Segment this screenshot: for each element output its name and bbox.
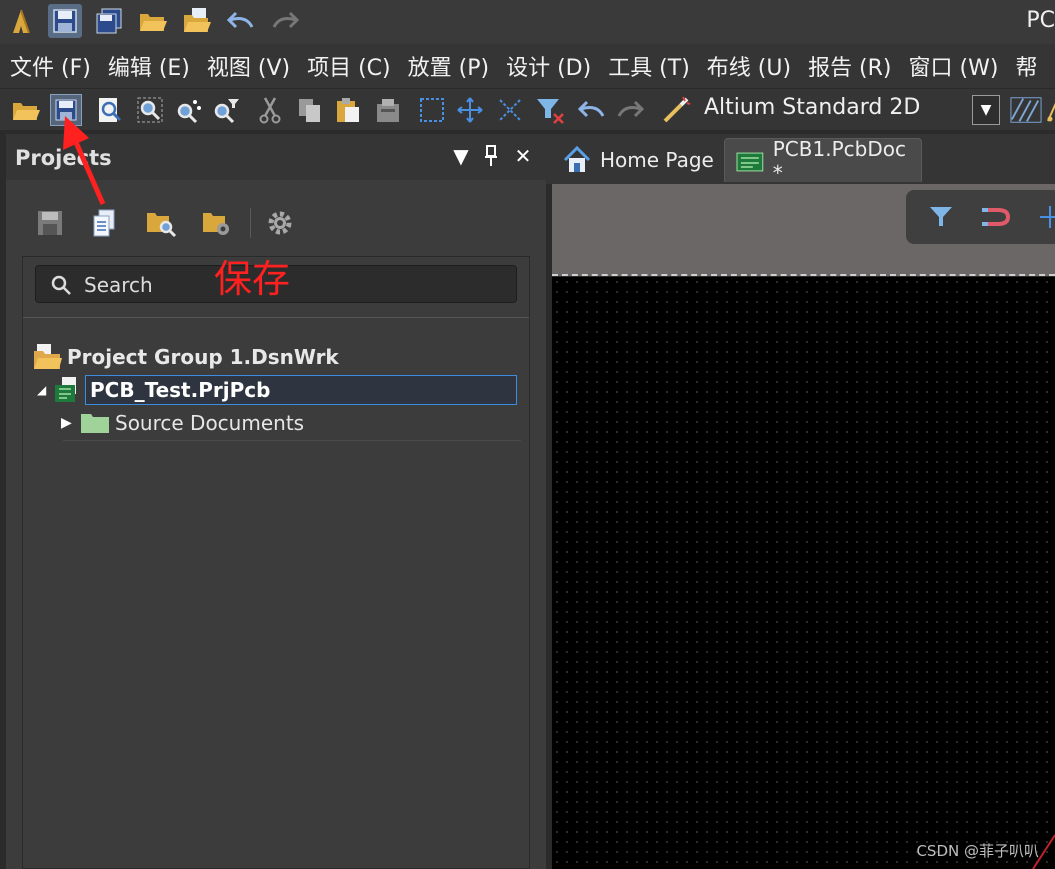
pcb-editor-canvas[interactable]: CSDN @菲子叭叭: [552, 277, 1055, 869]
move-icon[interactable]: [454, 94, 486, 126]
menu-project[interactable]: 项目 (C): [307, 50, 391, 82]
clear-filter-icon[interactable]: [534, 94, 566, 126]
open-folder-icon[interactable]: [136, 4, 170, 38]
home-icon: [563, 145, 591, 172]
view-configuration-label: Altium Standard 2D: [704, 95, 921, 120]
projects-tree-container: Search Project Group 1.DsnWrk ◢ PCB_Test…: [22, 256, 530, 869]
menu-view[interactable]: 视图 (V): [207, 50, 290, 82]
tab-label: Home Page: [600, 148, 714, 172]
redo-icon[interactable]: [614, 94, 646, 126]
magic-wand-icon[interactable]: [660, 94, 692, 126]
menu-tools[interactable]: 工具 (T): [608, 50, 690, 82]
save-all-icon[interactable]: [92, 4, 126, 38]
menu-help[interactable]: 帮: [1015, 50, 1037, 82]
menu-reports[interactable]: 报告 (R): [808, 50, 891, 82]
menu-design[interactable]: 设计 (D): [506, 50, 591, 82]
search-placeholder: Search: [84, 273, 153, 297]
pcb-document-icon: [736, 152, 764, 171]
open-folder-icon[interactable]: [10, 94, 42, 126]
document-tab-bar: Home Page PCB1.PcbDoc *: [546, 134, 1055, 185]
toolbar-separator: [250, 208, 251, 238]
close-icon[interactable]: ✕: [511, 144, 535, 168]
title-bar: PC: [0, 0, 1055, 44]
zoom-filtered-icon[interactable]: [210, 94, 242, 126]
tab-pcb1-pcbdoc[interactable]: PCB1.PcbDoc *: [724, 136, 922, 185]
tree-item-pcb-project[interactable]: ◢ PCB_Test.PrjPcb: [37, 374, 521, 406]
pin-icon[interactable]: [479, 144, 503, 168]
expanded-triangle-icon[interactable]: ◢: [37, 383, 51, 397]
find-in-folder-icon[interactable]: [144, 206, 178, 240]
rubber-stamp-icon[interactable]: [372, 94, 404, 126]
menu-window[interactable]: 窗口 (W): [909, 50, 999, 82]
panel-menu-icon[interactable]: ▼: [449, 144, 473, 168]
folder-settings-icon[interactable]: [200, 206, 234, 240]
tab-label: PCB1.PcbDoc *: [772, 136, 906, 185]
folder-icon: [81, 414, 109, 433]
undo-icon[interactable]: [576, 94, 608, 126]
row-divider: [63, 440, 521, 441]
snap-magnet-icon[interactable]: [980, 204, 1012, 230]
pcb-project-icon: [55, 377, 76, 402]
tree-item-label: Project Group 1.DsnWrk: [67, 345, 339, 369]
undo-icon[interactable]: [224, 4, 258, 38]
tree-item-source-documents[interactable]: ▶ Source Documents: [61, 407, 304, 439]
menu-edit[interactable]: 编辑 (E): [108, 50, 190, 82]
redo-icon[interactable]: [268, 4, 302, 38]
collapsed-triangle-icon[interactable]: ▶: [61, 415, 79, 431]
projects-panel: Projects ▼ ✕ Search Project Group 1.DsnW…: [6, 134, 546, 869]
tab-home-page[interactable]: Home Page: [552, 138, 720, 182]
tree-item-project-group[interactable]: Project Group 1.DsnWrk: [33, 341, 339, 373]
layer-hatch-icon[interactable]: [1010, 94, 1042, 126]
divider: [23, 317, 529, 318]
annotation-arrow-icon: [63, 116, 106, 206]
filter-icon[interactable]: [928, 204, 954, 230]
tree-item-label: Source Documents: [115, 411, 305, 435]
search-icon: [51, 275, 71, 295]
zoom-selected-icon[interactable]: [172, 94, 204, 126]
menu-file[interactable]: 文件 (F): [10, 50, 91, 82]
active-bar: [906, 190, 1055, 244]
cut-icon[interactable]: [254, 94, 286, 126]
watermark: CSDN @菲子叭叭: [916, 842, 1039, 860]
paste-icon[interactable]: [332, 94, 364, 126]
route-icon[interactable]: [1046, 94, 1055, 126]
copy-icon[interactable]: [294, 94, 326, 126]
project-group-icon: [34, 344, 62, 369]
open-project-icon[interactable]: [180, 4, 214, 38]
tree-item-label: PCB_Test.PrjPcb: [85, 375, 517, 405]
move-icon[interactable]: [1038, 204, 1055, 230]
save-icon[interactable]: [48, 4, 82, 38]
select-area-icon[interactable]: [416, 94, 448, 126]
chevron-down-icon: ▼: [980, 102, 992, 118]
menu-place[interactable]: 放置 (P): [408, 50, 489, 82]
view-configuration-dropdown[interactable]: ▼: [972, 95, 1000, 125]
deselect-icon[interactable]: [494, 94, 526, 126]
gear-icon[interactable]: [263, 206, 297, 240]
window-title: PC: [1026, 8, 1055, 33]
main-toolbar: Altium Standard 2D ▼: [0, 88, 1055, 130]
annotation-label: 保存: [214, 257, 291, 301]
menu-route[interactable]: 布线 (U): [707, 50, 791, 82]
menu-bar: 文件 (F) 编辑 (E) 视图 (V) 项目 (C) 放置 (P) 设计 (D…: [0, 44, 1055, 88]
altium-logo-icon[interactable]: [4, 4, 38, 38]
zoom-area-icon[interactable]: [134, 94, 166, 126]
